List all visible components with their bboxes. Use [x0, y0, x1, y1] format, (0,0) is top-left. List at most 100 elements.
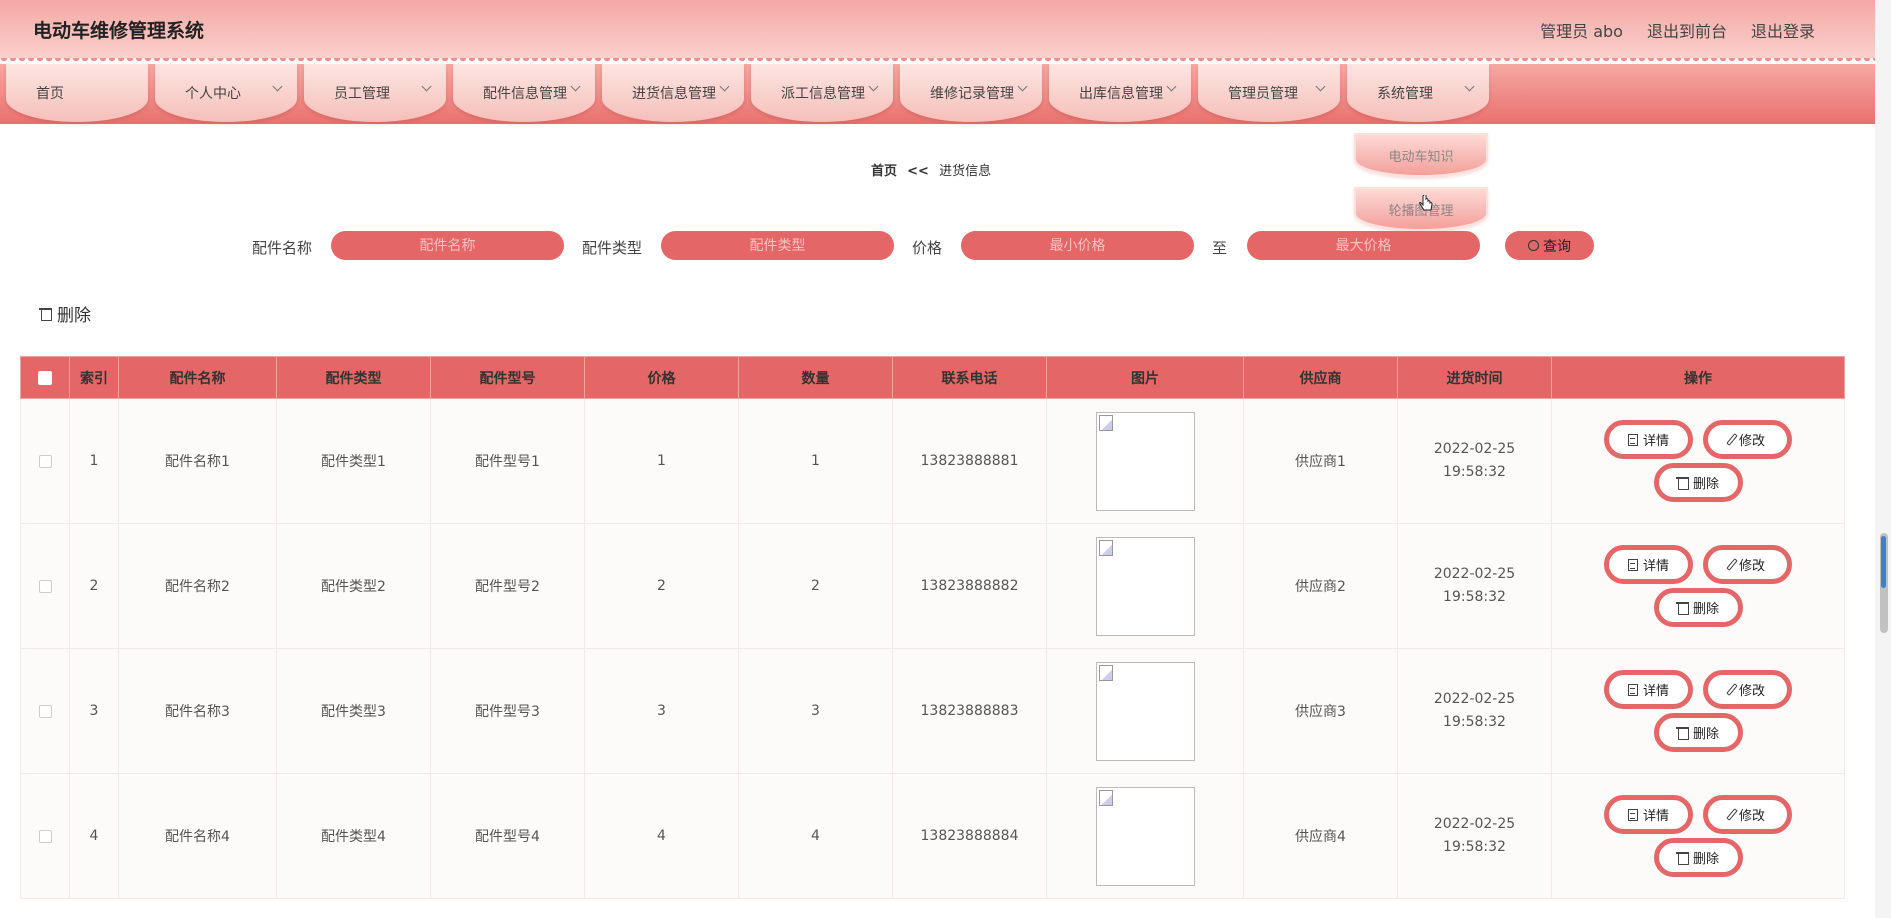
delete-button-label: 删除	[1692, 727, 1719, 742]
part-model-cell: 配件型号2	[430, 523, 585, 649]
purchase-time-cell: 2022-02-25 19:58:32	[1397, 398, 1552, 524]
select-all-checkbox[interactable]	[38, 370, 52, 385]
table-row: 1 配件名称1 配件类型1 配件型号1 1 1 13823888881 供应商1…	[20, 398, 1845, 524]
nav-item-label: 首页	[36, 86, 64, 102]
operations-cell: 详情 修改 删除	[1551, 398, 1845, 524]
nav-item-staff[interactable]: 员工管理	[304, 64, 446, 122]
column-header: 联系电话	[892, 356, 1047, 399]
min-price-input[interactable]	[961, 231, 1194, 260]
breadcrumb-home[interactable]: 首页	[871, 164, 897, 179]
edit-button[interactable]: 修改	[1703, 545, 1792, 584]
detail-button[interactable]: 详情	[1604, 420, 1693, 459]
part-type-input[interactable]	[661, 231, 894, 260]
trash-icon	[1675, 851, 1689, 865]
quantity-cell: 4	[738, 773, 893, 899]
edit-icon	[1726, 558, 1738, 571]
column-header: 供应商	[1243, 356, 1398, 399]
purchase-time-cell: 2022-02-25 19:58:32	[1397, 523, 1552, 649]
edit-button[interactable]: 修改	[1703, 795, 1792, 834]
delete-button-label: 删除	[1692, 852, 1719, 867]
chevron-down-icon	[1166, 81, 1177, 92]
delete-button[interactable]: 删除	[1653, 588, 1743, 627]
nav-item-purchase[interactable]: 进货信息管理	[602, 64, 744, 122]
bulk-delete-button[interactable]: 删除	[39, 301, 91, 326]
dropdown-item-ebike-knowledge[interactable]: 电动车知识	[1354, 133, 1488, 177]
query-button[interactable]: 查询	[1505, 231, 1594, 260]
detail-button[interactable]: 详情	[1604, 795, 1693, 834]
nav-item-system[interactable]: 系统管理	[1347, 64, 1489, 122]
nav-item-home[interactable]: 首页	[6, 64, 148, 122]
nav-item-dispatch[interactable]: 派工信息管理	[751, 64, 893, 122]
row-checkbox[interactable]	[38, 454, 52, 468]
nav-item-label: 员工管理	[334, 86, 390, 102]
part-name-cell: 配件名称4	[118, 773, 277, 899]
part-model-cell: 配件型号4	[430, 773, 585, 899]
delete-button[interactable]: 删除	[1653, 713, 1743, 752]
nav-item-label: 进货信息管理	[632, 86, 716, 102]
quantity-cell: 1	[738, 398, 893, 524]
part-type-cell: 配件类型3	[276, 648, 431, 774]
operations-cell: 详情 修改 删除	[1551, 773, 1845, 899]
back-to-front-link[interactable]: 退出到前台	[1647, 18, 1727, 42]
purchase-table: 索引 配件名称 配件类型 配件型号 价格 数量 联系电话 图片 供应商 进货时间…	[20, 356, 1845, 899]
nav-item-parts[interactable]: 配件信息管理	[453, 64, 595, 122]
breadcrumb-separator: <<	[907, 164, 929, 179]
row-checkbox[interactable]	[38, 829, 52, 843]
broken-image-icon	[1098, 789, 1113, 806]
nav-item-admin[interactable]: 管理员管理	[1198, 64, 1340, 122]
scroll-position-marker	[1881, 536, 1886, 588]
chevron-down-icon	[272, 81, 283, 92]
document-icon	[1627, 558, 1638, 571]
part-type-label: 配件类型	[582, 239, 643, 257]
edit-button[interactable]: 修改	[1703, 670, 1792, 709]
delete-button[interactable]: 删除	[1653, 838, 1743, 877]
chevron-down-icon	[1315, 81, 1326, 92]
select-all-cell	[20, 356, 70, 399]
page-scrollbar[interactable]	[1875, 0, 1891, 918]
purchase-time-cell: 2022-02-25 19:58:32	[1397, 773, 1552, 899]
row-checkbox[interactable]	[38, 704, 52, 718]
app-title: 电动车维修管理系统	[33, 20, 205, 42]
index-cell: 3	[69, 648, 119, 774]
trash-icon	[39, 307, 52, 321]
nav-item-label: 系统管理	[1377, 86, 1433, 102]
row-checkbox[interactable]	[38, 579, 52, 593]
price-label: 价格	[912, 239, 943, 257]
phone-cell: 13823888883	[892, 648, 1047, 774]
supplier-cell: 供应商2	[1243, 523, 1398, 649]
delete-button-label: 删除	[1692, 477, 1719, 492]
column-header: 图片	[1046, 356, 1244, 399]
table-row: 2 配件名称2 配件类型2 配件型号2 2 2 13823888882 供应商2…	[20, 523, 1845, 649]
edit-icon	[1726, 683, 1738, 696]
supplier-cell: 供应商4	[1243, 773, 1398, 899]
price-cell: 4	[584, 773, 739, 899]
broken-image-icon	[1098, 539, 1113, 556]
top-links: 管理员 abo 退出到前台 退出登录	[1540, 18, 1815, 42]
detail-button-label: 详情	[1642, 809, 1669, 824]
current-user: 管理员 abo	[1540, 22, 1623, 41]
trash-icon	[1675, 476, 1689, 490]
trash-icon	[1675, 601, 1689, 615]
nav-item-repair-records[interactable]: 维修记录管理	[900, 64, 1042, 122]
image-cell	[1046, 398, 1244, 524]
nav-item-label: 维修记录管理	[930, 86, 1014, 102]
max-price-input[interactable]	[1247, 231, 1480, 260]
supplier-cell: 供应商3	[1243, 648, 1398, 774]
detail-button[interactable]: 详情	[1604, 545, 1693, 584]
nav-item-outbound[interactable]: 出库信息管理	[1049, 64, 1191, 122]
detail-button[interactable]: 详情	[1604, 670, 1693, 709]
edit-button[interactable]: 修改	[1703, 420, 1792, 459]
operations-cell: 详情 修改 删除	[1551, 523, 1845, 649]
part-name-input[interactable]	[331, 231, 564, 260]
phone-cell: 13823888882	[892, 523, 1047, 649]
supplier-cell: 供应商1	[1243, 398, 1398, 524]
image-cell	[1046, 648, 1244, 774]
logout-link[interactable]: 退出登录	[1751, 18, 1815, 42]
delete-button[interactable]: 删除	[1653, 463, 1743, 502]
row-select-cell	[20, 648, 70, 774]
nav-item-personal-center[interactable]: 个人中心	[155, 64, 297, 122]
purchase-time-cell: 2022-02-25 19:58:32	[1397, 648, 1552, 774]
broken-image	[1095, 661, 1195, 761]
column-header: 配件类型	[276, 356, 431, 399]
column-header: 数量	[738, 356, 893, 399]
